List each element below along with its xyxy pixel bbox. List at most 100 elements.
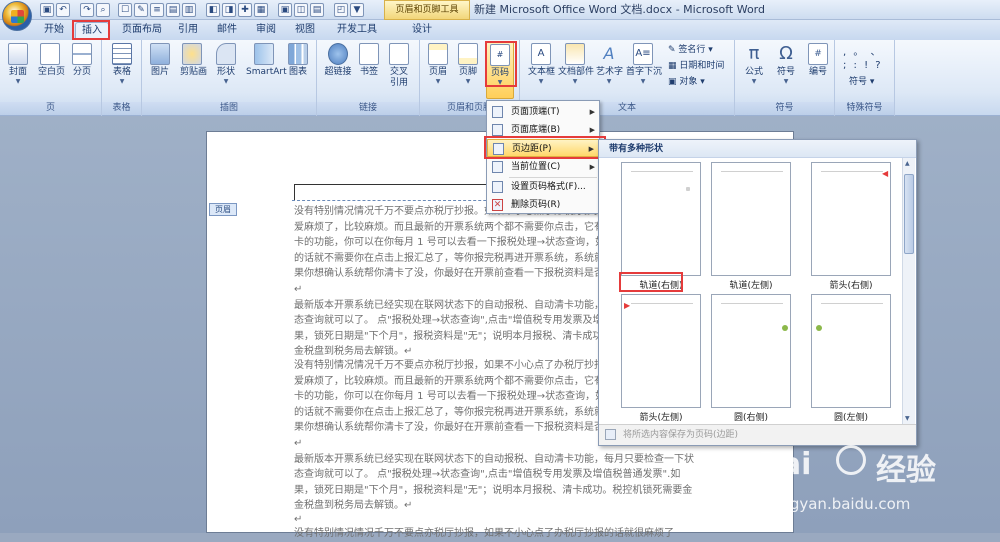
quick-parts-button[interactable]: 文档部件 ▼ [558, 43, 595, 85]
gallery-item-circle-left[interactable] [811, 294, 891, 408]
date-time-button[interactable]: ▦ 日期和时间 [668, 60, 724, 72]
picture-button[interactable]: 图片 [148, 43, 172, 78]
hyperlink-button[interactable]: 超链接 [323, 43, 353, 78]
page-margin-icon [493, 143, 504, 155]
group-pages: 封面 ▼ 空白页 分页 页 [0, 40, 102, 116]
hyperlink-label: 超链接 [324, 67, 352, 77]
header-icon [428, 43, 448, 65]
page-top-icon [492, 106, 503, 118]
gallery-footer[interactable]: 将所选内容保存为页码(边距) [599, 424, 916, 445]
cross-reference-label: 交叉 引用 [389, 67, 408, 88]
quick-access-icon-10[interactable]: ▣ [278, 3, 292, 17]
quick-access-icon-13[interactable]: ◰ [334, 3, 348, 17]
green-circle-icon [816, 325, 822, 331]
tab-insert[interactable]: 插入 [75, 22, 109, 39]
tab-review[interactable]: 审阅 [253, 22, 279, 39]
header-button[interactable]: 页眉 ▼ [426, 43, 450, 85]
menu-item-remove-page-numbers[interactable]: ✕ 删除页码(R) [487, 196, 599, 214]
quick-access-icon-9[interactable]: ▦ [254, 3, 268, 17]
numbering-button[interactable]: # 编号 [805, 43, 831, 78]
menu-item-bottom-of-page[interactable]: 页面底端(B) ▶ [487, 121, 599, 139]
cross-reference-button[interactable]: 交叉 引用 [387, 43, 411, 89]
page-break-button[interactable]: 分页 [70, 43, 94, 78]
menu-item-format-page-numbers[interactable]: 设置页码格式(F)... [487, 178, 599, 196]
submenu-arrow-icon: ▶ [588, 145, 594, 153]
numbering-label: 编号 [808, 67, 827, 77]
header-tag: 页眉 [209, 203, 237, 216]
object-button[interactable]: ▣ 对象 ▾ [668, 76, 705, 88]
menu-item-label: 页面底端(B) [511, 125, 561, 135]
page-number-icon: # [490, 44, 510, 66]
textbox-button[interactable]: A 文本框 ▼ [528, 43, 555, 85]
quick-access-icon-7[interactable]: ◨ [222, 3, 236, 17]
quick-parts-label: 文档部件 [558, 67, 595, 77]
tab-page-layout[interactable]: 页面布局 [118, 22, 166, 39]
tab-design[interactable]: 设计 [404, 22, 440, 39]
footer-button[interactable]: 页脚 ▼ [456, 43, 480, 85]
arrow-left-icon: ◀ [882, 169, 889, 178]
signature-line-icon: ✎ [668, 45, 676, 55]
table-button[interactable]: 表格 ▼ [110, 43, 134, 85]
redo-icon[interactable]: ↷ [80, 3, 94, 17]
save-icon[interactable]: ▣ [40, 3, 54, 17]
menu-item-page-margins[interactable]: 页边距(P) ▶ [487, 139, 599, 157]
cover-page-button[interactable]: 封面 ▼ [6, 43, 30, 85]
drop-cap-button[interactable]: A≡ 首字下沉 ▼ [626, 43, 662, 85]
page-number-button[interactable]: # 页码 ▼ [486, 41, 514, 99]
gallery-item-arrow-right[interactable]: ◀ [811, 162, 891, 276]
smartart-button[interactable]: SmartArt [246, 43, 287, 78]
picture-icon [150, 43, 170, 65]
menu-item-label: 删除页码(R) [511, 200, 561, 210]
gallery-item-circle-right[interactable] [711, 294, 791, 408]
tab-view[interactable]: 视图 [292, 22, 318, 39]
wordart-button[interactable]: A 艺术字 ▼ [596, 43, 623, 85]
menu-item-current-position[interactable]: 当前位置(C) ▶ [487, 158, 599, 176]
quick-access-icon-2[interactable]: ✎ [134, 3, 148, 17]
table-icon [112, 43, 132, 65]
signature-line-button[interactable]: ✎ 签名行 ▾ [668, 44, 713, 56]
object-icon: ▣ [668, 77, 677, 87]
symbol-button[interactable]: Ω 符号 ▼ [773, 43, 799, 85]
gallery-label: 轨道(左侧) [729, 281, 773, 291]
clipart-button[interactable]: 剪贴画 [180, 43, 207, 78]
special-symbol-button[interactable]: 符号 ▾ [849, 76, 874, 88]
blank-page-button[interactable]: 空白页 [38, 43, 65, 78]
footer-icon [458, 43, 478, 65]
office-button-icon[interactable] [2, 1, 32, 31]
tab-developer[interactable]: 开发工具 [333, 22, 381, 39]
track-marker-icon [686, 187, 690, 191]
quick-access-icon-1[interactable]: ☐ [118, 3, 132, 17]
quick-access-icon-11[interactable]: ◫ [294, 3, 308, 17]
quick-access-icon-8[interactable]: ✚ [238, 3, 252, 17]
equation-button[interactable]: π 公式 ▼ [741, 43, 767, 85]
gallery-scrollbar[interactable]: ▲ ▼ [902, 158, 915, 424]
tab-references[interactable]: 引用 [175, 22, 201, 39]
menu-item-top-of-page[interactable]: 页面顶端(T) ▶ [487, 103, 599, 121]
print-preview-icon[interactable]: ⌕ [96, 3, 110, 17]
page-break-icon [72, 43, 92, 65]
gallery-item-arrow-left[interactable]: ▶ [621, 294, 701, 408]
group-illustrations: 图片 剪贴画 形状 ▼ SmartArt 图表 插图 [142, 40, 317, 116]
quick-access-icon-12[interactable]: ▤ [310, 3, 324, 17]
shapes-button[interactable]: 形状 ▼ [214, 43, 238, 85]
cross-reference-icon [389, 43, 409, 65]
special-glyphs[interactable]: , 。 、 ; : ! ? [843, 46, 889, 71]
quick-access-icon-4[interactable]: ▤ [166, 3, 180, 17]
quick-access-icon-3[interactable]: ≡ [150, 3, 164, 17]
gallery-item-track-right[interactable] [621, 162, 701, 276]
scroll-up-icon[interactable]: ▲ [905, 160, 910, 167]
title-bar: ▣ ↶ ↷ ⌕ ☐ ✎ ≡ ▤ ▥ ◧ ◨ ✚ ▦ ▣ ◫ ▤ ◰ ▼ 页眉和页… [0, 0, 1000, 20]
chart-button[interactable]: 图表 [286, 43, 310, 78]
quick-access-icon-14[interactable]: ▼ [350, 3, 364, 17]
undo-icon[interactable]: ↶ [56, 3, 70, 17]
group-links: 超链接 书签 交叉 引用 链接 [317, 40, 420, 116]
gallery-scroll-thumb[interactable] [904, 174, 914, 254]
quick-access-icon-6[interactable]: ◧ [206, 3, 220, 17]
bookmark-button[interactable]: 书签 [357, 43, 381, 78]
tab-home[interactable]: 开始 [40, 22, 68, 39]
gallery-item-track-left[interactable] [711, 162, 791, 276]
scroll-down-icon[interactable]: ▼ [905, 415, 910, 422]
tab-mailings[interactable]: 邮件 [214, 22, 240, 39]
quick-access-icon-5[interactable]: ▥ [182, 3, 196, 17]
menu-item-label: 页边距(P) [512, 144, 552, 154]
